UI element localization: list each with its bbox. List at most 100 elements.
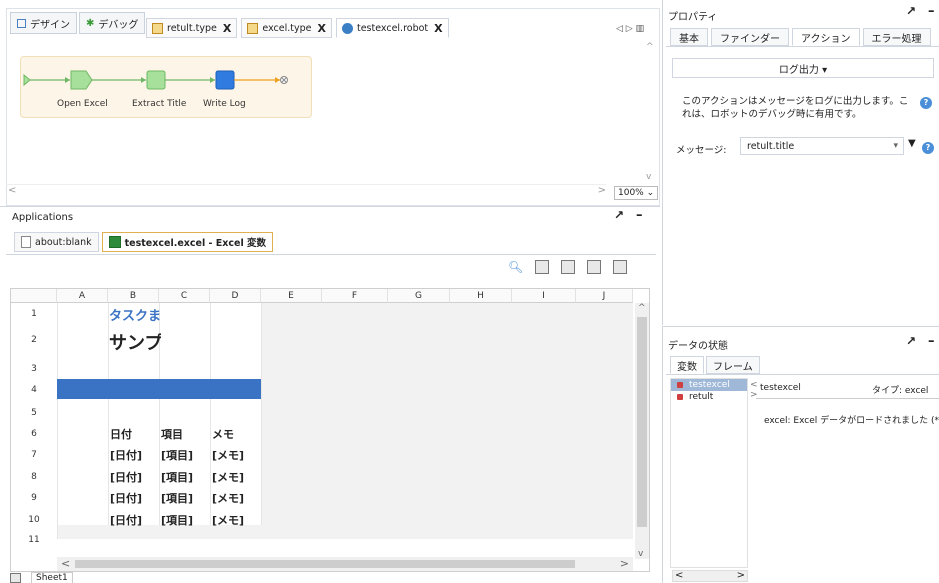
column-header[interactable]: G: [388, 289, 450, 303]
variable-item[interactable]: testexcel: [671, 379, 747, 391]
row-header[interactable]: 1: [11, 309, 57, 319]
step-label-open-excel[interactable]: Open Excel: [57, 99, 108, 109]
cell-c10[interactable]: [項目]: [161, 512, 193, 528]
tab-finder[interactable]: ファインダー: [711, 28, 789, 46]
panel-menu-icon[interactable]: ↗: [614, 208, 624, 222]
row-header[interactable]: 7: [11, 450, 57, 460]
cell-b10[interactable]: [日付]: [110, 512, 142, 528]
view-tabs: デザイン ✱ デバッグ: [10, 12, 146, 34]
row-header[interactable]: 6: [11, 429, 57, 439]
column-header[interactable]: E: [261, 289, 322, 303]
scroll-left-icon[interactable]: <: [675, 570, 683, 581]
cell-c9[interactable]: [項目]: [161, 490, 193, 506]
scroll-left-icon[interactable]: <: [8, 185, 16, 196]
zoom-select[interactable]: 100% ⌄: [614, 186, 659, 200]
tab-basic[interactable]: 基本: [670, 28, 708, 46]
cell-b2[interactable]: サンプ: [109, 329, 161, 355]
help-icon[interactable]: ?: [920, 97, 932, 109]
cell-b9[interactable]: [日付]: [110, 490, 142, 506]
scroll-up-icon[interactable]: ^: [638, 303, 646, 313]
row-header[interactable]: 5: [11, 408, 57, 418]
row-header[interactable]: 8: [11, 472, 57, 482]
image-icon[interactable]: [613, 260, 628, 274]
data-state-scrollbar[interactable]: < >: [672, 570, 748, 582]
cell-c6[interactable]: 項目: [161, 426, 183, 442]
close-icon[interactable]: X: [434, 22, 442, 35]
sheet-tab[interactable]: Sheet1: [31, 571, 73, 583]
cell-d10[interactable]: [メモ]: [212, 512, 244, 528]
row-header[interactable]: 9: [11, 493, 57, 503]
viewer-toolbar: 🔍︎: [508, 260, 628, 274]
minimize-icon[interactable]: –: [928, 4, 935, 19]
cell-c7[interactable]: [項目]: [161, 447, 193, 463]
close-icon[interactable]: X: [223, 22, 231, 35]
row-header[interactable]: 4: [11, 385, 57, 395]
cell-b1[interactable]: タスクま: [109, 305, 161, 324]
paste-icon[interactable]: [587, 260, 602, 274]
tab-error-handling[interactable]: エラー処理: [862, 28, 931, 46]
action-select[interactable]: ログ出力 ▾: [672, 58, 934, 78]
scroll-right-icon[interactable]: >: [620, 557, 629, 570]
row-header[interactable]: 2: [11, 335, 57, 345]
cell-c8[interactable]: [項目]: [161, 469, 193, 485]
file-tab-robot[interactable]: testexcel.robot X: [335, 18, 449, 38]
tab-debug[interactable]: ✱ デバッグ: [79, 12, 146, 34]
column-header[interactable]: A: [57, 289, 108, 303]
scroll-down-icon[interactable]: v: [638, 549, 643, 559]
copy-icon[interactable]: [561, 260, 576, 274]
column-header[interactable]: I: [512, 289, 576, 303]
scroll-up-icon[interactable]: ^: [646, 42, 654, 52]
splitter-icon[interactable]: < >: [750, 380, 758, 400]
scroll-down-icon[interactable]: v: [646, 172, 651, 182]
file-tab-excel[interactable]: excel.type X: [241, 18, 332, 38]
column-header[interactable]: B: [108, 289, 159, 303]
row-header[interactable]: 3: [11, 364, 57, 374]
cell-b8[interactable]: [日付]: [110, 469, 142, 485]
column-header[interactable]: F: [322, 289, 388, 303]
message-field[interactable]: retult.title ▾: [740, 137, 904, 155]
scroll-thumb[interactable]: [637, 317, 647, 527]
scroll-left-icon[interactable]: <: [61, 557, 70, 570]
scroll-right-icon[interactable]: >: [737, 570, 745, 581]
row-header[interactable]: 11: [11, 535, 57, 545]
scroll-right-icon[interactable]: >: [598, 185, 606, 196]
chevron-down-icon[interactable]: ▾: [893, 141, 898, 151]
sheet-vertical-scrollbar[interactable]: ^ v: [635, 303, 649, 559]
file-tab-retult[interactable]: retult.type X: [146, 18, 238, 38]
tab-nav-arrows[interactable]: ◁ ▷ ▥: [616, 24, 644, 34]
tab-design[interactable]: デザイン: [10, 12, 77, 34]
scroll-thumb[interactable]: [75, 560, 575, 568]
cell-d7[interactable]: [メモ]: [212, 447, 244, 463]
step-label-extract-title[interactable]: Extract Title: [132, 99, 186, 109]
help-icon[interactable]: ?: [922, 142, 934, 154]
minimize-icon[interactable]: –: [928, 334, 935, 349]
tab-frames[interactable]: フレーム: [706, 356, 760, 374]
search-icon[interactable]: 🔍︎: [508, 260, 523, 274]
column-header[interactable]: D: [210, 289, 261, 303]
tab-testexcel[interactable]: testexcel.excel - Excel 変数: [101, 232, 274, 252]
cell-b7[interactable]: [日付]: [110, 447, 142, 463]
panel-menu-icon[interactable]: ↗: [906, 4, 916, 18]
tab-action[interactable]: アクション: [792, 28, 860, 46]
selected-row-4[interactable]: [57, 379, 261, 399]
panel-menu-icon[interactable]: ↗: [906, 334, 916, 348]
close-icon[interactable]: X: [317, 22, 325, 35]
variable-item[interactable]: retult: [671, 391, 747, 403]
step-label-write-log[interactable]: Write Log: [203, 99, 246, 109]
expression-menu-icon[interactable]: ▼: [908, 138, 916, 149]
cell-b6[interactable]: 日付: [110, 426, 132, 442]
row-header[interactable]: 10: [11, 515, 57, 525]
column-header[interactable]: J: [576, 289, 633, 303]
tab-about-blank[interactable]: about:blank: [14, 232, 99, 252]
horizontal-scrollbar[interactable]: < >: [6, 184, 606, 196]
cell-d8[interactable]: [メモ]: [212, 469, 244, 485]
cell-d6[interactable]: メモ: [212, 426, 234, 442]
column-header[interactable]: H: [450, 289, 512, 303]
cell-d9[interactable]: [メモ]: [212, 490, 244, 506]
sheet-grid-icon[interactable]: [10, 572, 21, 583]
column-header[interactable]: C: [159, 289, 210, 303]
sheet-horizontal-scrollbar[interactable]: < >: [57, 557, 633, 571]
tab-variables[interactable]: 変数: [670, 356, 704, 374]
minimize-icon[interactable]: –: [636, 208, 643, 223]
view-icon[interactable]: [535, 260, 550, 274]
